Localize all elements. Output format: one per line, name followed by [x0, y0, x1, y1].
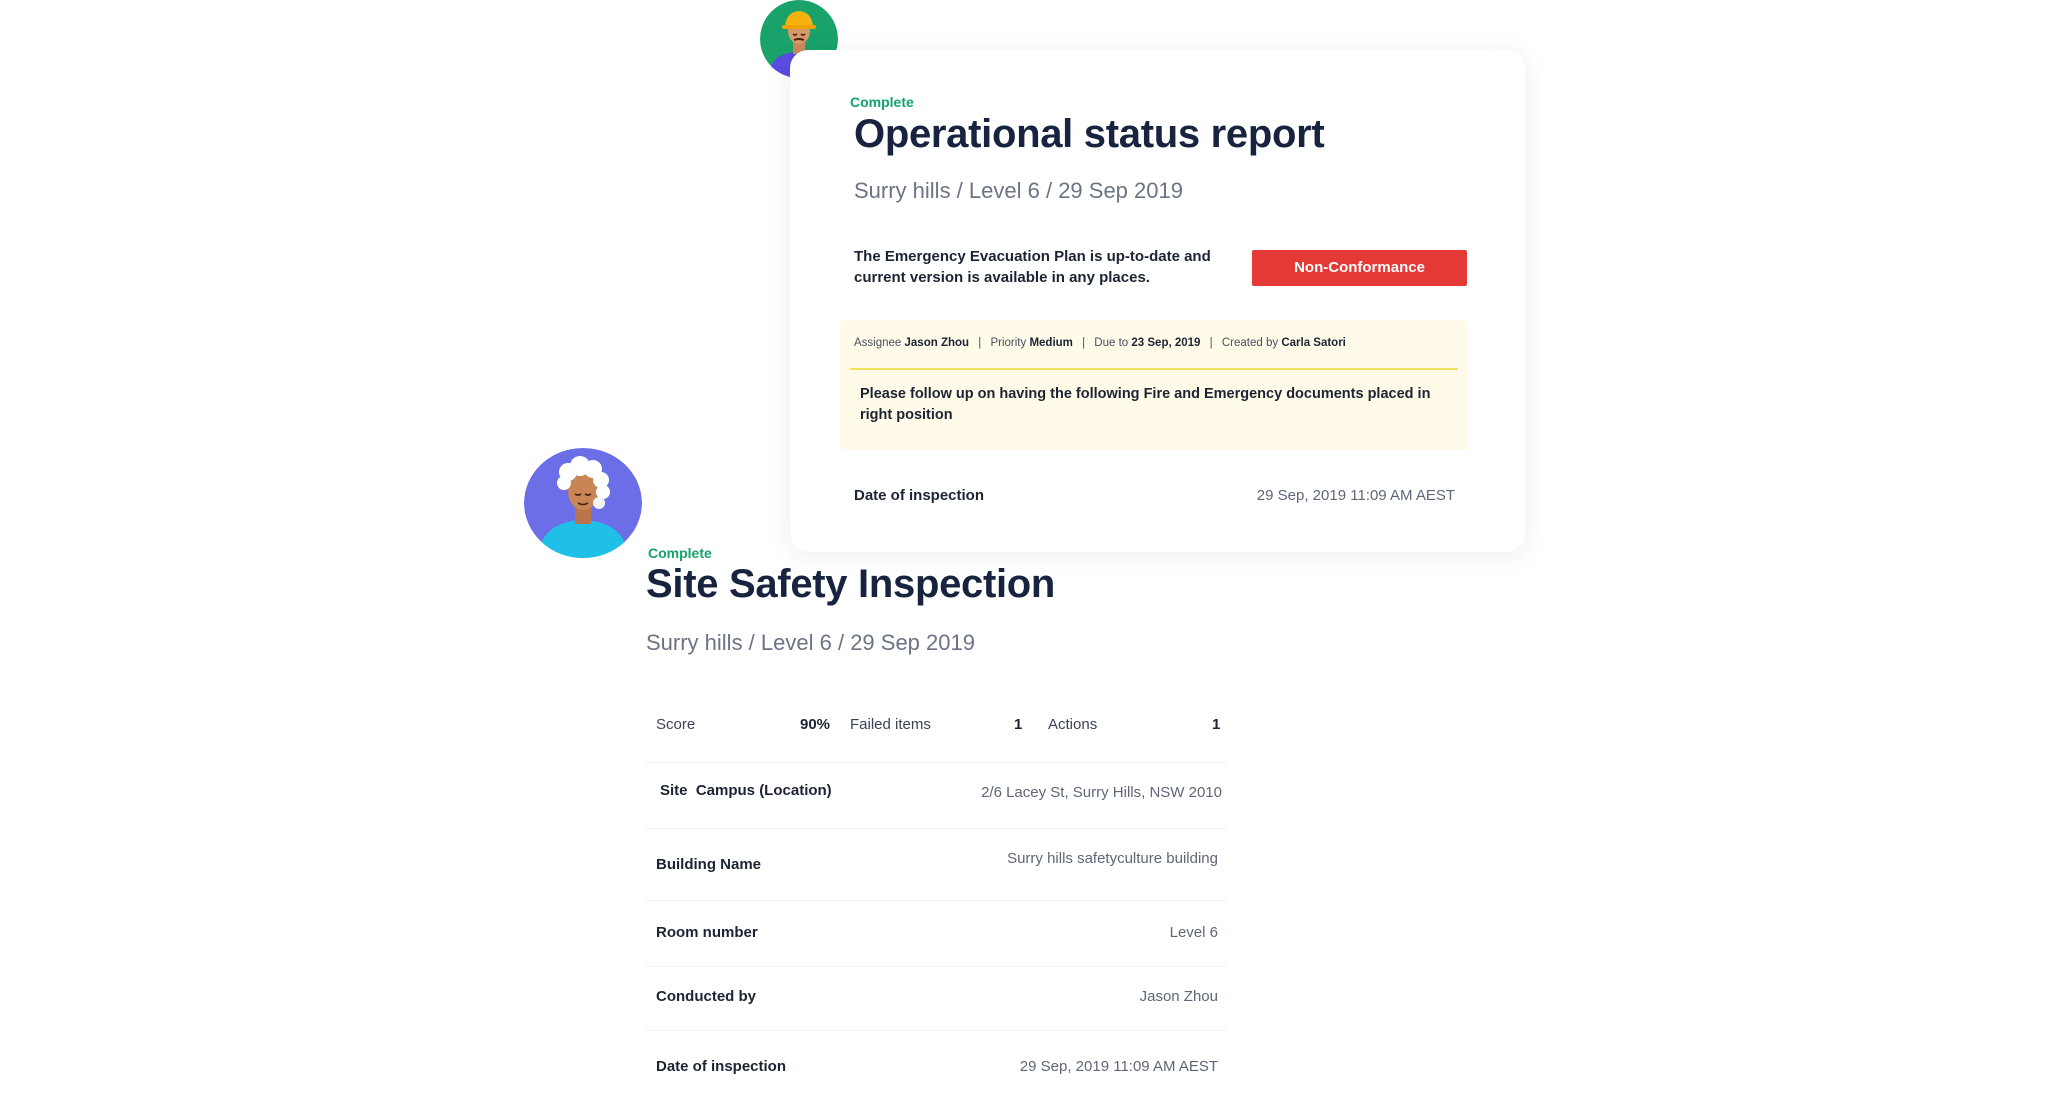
priority-value: Medium — [1029, 337, 1073, 349]
building-value: Surry hills safetyculture building — [1007, 850, 1218, 867]
canvas: Complete Operational status report Surry… — [0, 0, 2048, 1109]
room-label: Room number — [656, 924, 758, 941]
non-conformance-badge[interactable]: Non-Conformance — [1252, 250, 1467, 286]
actions-label: Actions — [1048, 716, 1098, 733]
room-row[interactable]: Room number Level 6 — [646, 900, 1226, 967]
meta-separator: | — [1082, 337, 1086, 349]
actions-value: 1 — [1212, 716, 1221, 733]
due-value: 23 Sep, 2019 — [1131, 337, 1201, 349]
assignee-value: Jason Zhou — [904, 337, 970, 349]
room-value: Level 6 — [1169, 924, 1218, 941]
priority-label: Priority — [990, 337, 1027, 349]
building-row[interactable]: Building Name Surry hills safetyculture … — [646, 828, 1226, 901]
failed-items-label: Failed items — [850, 716, 931, 733]
report-breadcrumb: Surry hills / Level 6 / 29 Sep 2019 — [854, 178, 1183, 203]
meta-separator: | — [1209, 337, 1213, 349]
report-date-label: Date of inspection — [854, 487, 985, 504]
inspection-date-value: 29 Sep, 2019 11:09 AM AEST — [1019, 1058, 1218, 1075]
inspection-date-label: Date of inspection — [656, 1058, 787, 1075]
failed-items-value: 1 — [1014, 716, 1023, 733]
conducted-by-label: Conducted by — [656, 988, 756, 1005]
assignee-label: Assignee — [854, 337, 902, 349]
site-row[interactable]: Site Campus (Location) 2/6 Lacey St, Sur… — [646, 762, 1226, 829]
conducted-by-row[interactable]: Conducted by Jason Zhou — [646, 966, 1226, 1031]
created-by-value: Carla Satori — [1281, 337, 1346, 349]
site-value: 2/6 Lacey St, Surry Hills, NSW 2010 — [981, 784, 1222, 801]
report-status-label: Complete — [850, 94, 914, 110]
report-date-value: 29 Sep, 2019 11:09 AM AEST — [1256, 487, 1455, 504]
building-label: Building Name — [656, 856, 762, 873]
score-value: 90% — [800, 716, 831, 733]
inspector-avatar-icon — [524, 448, 642, 558]
inspection-breadcrumb: Surry hills / Level 6 / 29 Sep 2019 — [646, 630, 975, 655]
action-divider — [850, 368, 1458, 370]
due-label: Due to — [1094, 337, 1129, 349]
conducted-by-value: Jason Zhou — [1139, 988, 1218, 1005]
action-panel[interactable]: Assignee Jason Zhou | Priority Medium | … — [840, 320, 1468, 450]
created-by-label: Created by — [1221, 337, 1279, 349]
meta-separator: | — [978, 337, 982, 349]
score-label: Score — [656, 716, 696, 733]
inspection-date-row[interactable]: Date of inspection 29 Sep, 2019 11:09 AM… — [646, 1030, 1226, 1100]
inspection-status-label: Complete — [648, 545, 712, 561]
inspection-title: Site Safety Inspection — [646, 562, 1056, 606]
inspection-stats-row: Score 90% Failed items 1 Actions 1 — [646, 700, 1226, 763]
site-label: Site Campus (Location) — [660, 782, 832, 799]
operational-report-card[interactable]: Complete Operational status report Surry… — [790, 50, 1525, 552]
action-description: Please follow up on having the following… — [860, 386, 1431, 423]
action-meta-row: Assignee Jason Zhou | Priority Medium | … — [854, 337, 1346, 349]
report-title: Operational status report — [854, 112, 1325, 156]
issue-question-text: The Emergency Evacuation Plan is up-to-d… — [854, 248, 1211, 286]
